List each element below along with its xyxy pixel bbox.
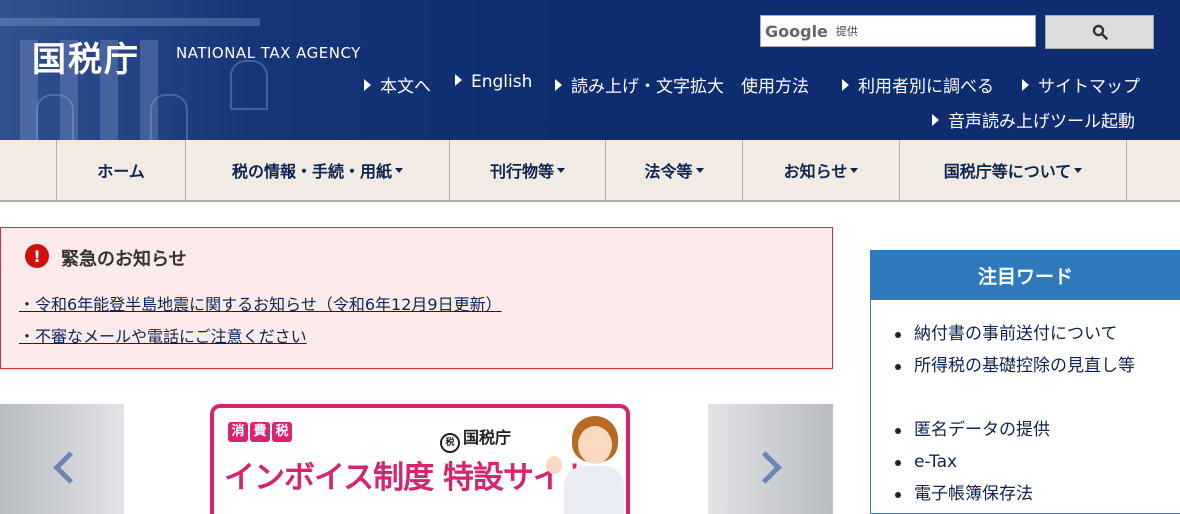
- caret-down-icon: [695, 167, 704, 173]
- banner-headline: インボイス制度 特設サイト: [224, 460, 594, 496]
- caret-down-icon: [395, 167, 403, 173]
- nav-laws[interactable]: 法令等: [605, 140, 742, 200]
- google-logo: Google: [765, 21, 828, 41]
- link-voice-tool[interactable]: 音声読み上げツール起動: [932, 107, 1135, 132]
- arrow-right-icon: [842, 79, 849, 91]
- emergency-title: 緊急のお知らせ: [61, 249, 187, 270]
- link-by-user[interactable]: 利用者別に調べる: [842, 72, 994, 97]
- arrow-right-icon: [364, 79, 371, 91]
- invoice-banner[interactable]: 消 費 税 税国税庁 インボイス制度 特設サイト: [210, 404, 630, 514]
- carousel-prev-button[interactable]: [0, 404, 124, 514]
- nav-tax-info[interactable]: 税の情報・手続・用紙: [185, 140, 449, 200]
- search-input[interactable]: Google 提供: [760, 15, 1036, 47]
- alert-icon: !: [25, 244, 49, 268]
- search-button[interactable]: [1045, 15, 1154, 49]
- site-header: 国税庁 NATIONAL TAX AGENCY Google 提供 本文へ En…: [0, 0, 1180, 140]
- keywords-title: 注目ワード: [871, 251, 1180, 300]
- keyword-item[interactable]: e-Tax: [895, 446, 1135, 478]
- emergency-link-scam[interactable]: ・不審なメールや電話にご注意ください: [19, 323, 307, 347]
- emergency-link-earthquake[interactable]: ・令和6年能登半島地震に関するお知らせ（令和6年12月9日更新）: [19, 291, 502, 315]
- chevron-right-icon: [749, 451, 782, 484]
- keyword-item[interactable]: 電子帳簿保存法: [895, 478, 1135, 510]
- nav-about[interactable]: 国税庁等について: [899, 140, 1127, 200]
- keyword-item[interactable]: 所得税の基礎控除の見直し等: [895, 350, 1135, 382]
- keyword-item[interactable]: 納付書の事前送付について: [895, 318, 1135, 350]
- keyword-item[interactable]: 匿名データの提供: [895, 414, 1135, 446]
- nav-home[interactable]: ホーム: [56, 140, 185, 200]
- arrow-right-icon: [1022, 79, 1029, 91]
- banner-nta-label: 税国税庁: [440, 424, 511, 453]
- search-provider-label: 提供: [835, 25, 858, 38]
- arrow-right-icon: [555, 79, 562, 91]
- arrow-right-icon: [932, 114, 939, 126]
- carousel-next-button[interactable]: [708, 404, 833, 514]
- nav-notices[interactable]: お知らせ: [742, 140, 899, 200]
- link-english[interactable]: English: [455, 72, 532, 92]
- nta-emblem-icon: 税: [440, 433, 460, 453]
- global-nav: ホーム 税の情報・手続・用紙 刊行物等 法令等 お知らせ 国税庁等について: [0, 140, 1180, 202]
- link-read-aloud-usage[interactable]: 読み上げ・文字拡大 使用方法: [555, 72, 809, 97]
- agency-name-en: NATIONAL TAX AGENCY: [176, 44, 361, 62]
- chevron-left-icon: [53, 451, 86, 484]
- link-sitemap[interactable]: サイトマップ: [1022, 72, 1140, 97]
- person-illustration: [546, 414, 626, 514]
- arrow-right-icon: [455, 74, 462, 86]
- link-skip-to-content[interactable]: 本文へ: [364, 72, 431, 97]
- nav-publications[interactable]: 刊行物等: [449, 140, 605, 200]
- consumption-tax-badge: 消 費 税: [228, 422, 294, 442]
- keywords-panel: 注目ワード 納付書の事前送付について 所得税の基礎控除の見直し等 匿名データの提…: [870, 250, 1180, 514]
- search-icon: [1092, 24, 1108, 40]
- caret-down-icon: [557, 167, 565, 173]
- emergency-notice: ! 緊急のお知らせ ・令和6年能登半島地震に関するお知らせ（令和6年12月9日更…: [0, 227, 833, 369]
- utility-links: 本文へ English 読み上げ・文字拡大 使用方法 利用者別に調べる サイトマ…: [0, 72, 1160, 132]
- caret-down-icon: [1074, 167, 1083, 173]
- caret-down-icon: [850, 167, 859, 173]
